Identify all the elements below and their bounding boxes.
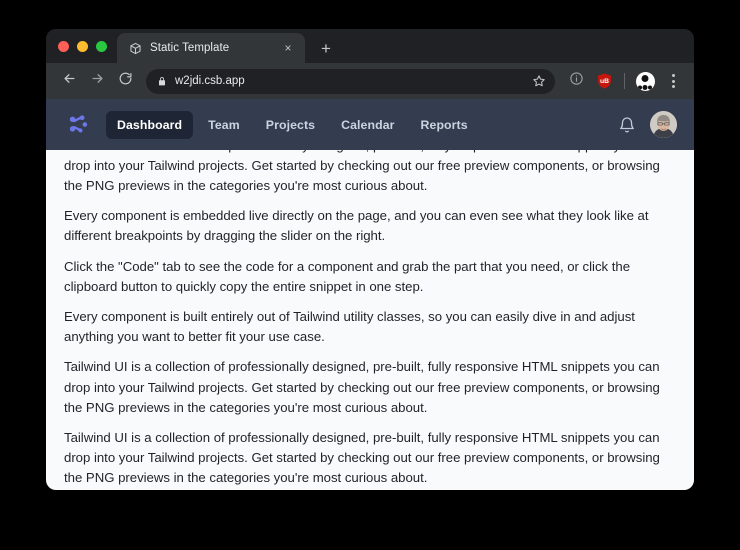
- url-text: w2jdi.csb.app: [175, 75, 245, 87]
- workflow-logo-icon[interactable]: [63, 110, 93, 140]
- page-viewport: Dashboard Tailwind UI is a collection of…: [46, 99, 694, 490]
- browser-tab[interactable]: Static Template ×: [117, 33, 305, 63]
- bell-icon[interactable]: [618, 116, 636, 134]
- minimize-window-button[interactable]: [77, 40, 88, 52]
- primary-nav: Dashboard Team Projects Calendar Reports: [106, 110, 479, 139]
- avatar[interactable]: [650, 111, 677, 138]
- close-icon[interactable]: ×: [280, 40, 296, 56]
- screen: Static Template × + w2jdi.csb.app uB dro…: [0, 0, 740, 550]
- arrow-right-icon: [90, 71, 105, 91]
- close-window-button[interactable]: [58, 40, 69, 52]
- kebab-menu-icon: [663, 74, 683, 88]
- cube-icon: [128, 41, 142, 55]
- app-navbar: Dashboard Team Projects Calendar Reports: [46, 99, 694, 150]
- browser-toolbar: w2jdi.csb.app uB: [46, 63, 694, 99]
- paragraph: Tailwind UI is a collection of professio…: [64, 429, 660, 486]
- info-circle-icon: [569, 71, 584, 91]
- tab-strip: Static Template × +: [46, 29, 694, 63]
- address-bar[interactable]: w2jdi.csb.app: [146, 68, 555, 94]
- paragraph: Every component is built entirely out of…: [64, 308, 635, 345]
- window-controls: [56, 29, 117, 63]
- tab-title: Static Template: [150, 42, 230, 54]
- profile-button[interactable]: [632, 68, 658, 94]
- reload-button[interactable]: [112, 68, 138, 94]
- browser-window: Static Template × + w2jdi.csb.app uB dro…: [46, 29, 694, 490]
- toolbar-divider: [624, 73, 625, 89]
- prose-body: Tailwind UI is a collection of professio…: [64, 136, 676, 489]
- ublock-shield-icon: uB: [597, 73, 612, 89]
- ublock-extension-button[interactable]: uB: [591, 68, 617, 94]
- nav-item-team[interactable]: Team: [197, 111, 251, 139]
- paragraph: Tailwind UI is a collection of professio…: [64, 359, 660, 415]
- new-tab-button[interactable]: +: [313, 35, 339, 61]
- star-icon[interactable]: [532, 74, 546, 88]
- nav-item-dashboard[interactable]: Dashboard: [106, 110, 194, 139]
- lock-icon: [157, 76, 167, 87]
- reload-icon: [118, 71, 133, 91]
- nav-item-reports[interactable]: Reports: [410, 111, 479, 139]
- browser-menu-button[interactable]: [660, 68, 686, 94]
- profile-avatar-icon: [635, 71, 655, 91]
- nav-item-calendar[interactable]: Calendar: [330, 111, 405, 139]
- nav-item-projects[interactable]: Projects: [255, 111, 326, 139]
- page-content: Dashboard Tailwind UI is a collection of…: [46, 99, 694, 490]
- paragraph: Click the "Code" tab to see the code for…: [64, 258, 631, 294]
- forward-button[interactable]: [84, 68, 110, 94]
- page-info-button[interactable]: [563, 68, 589, 94]
- back-button[interactable]: [56, 68, 82, 94]
- maximize-window-button[interactable]: [96, 40, 107, 52]
- arrow-left-icon: [62, 71, 77, 91]
- navbar-actions: [618, 111, 677, 138]
- svg-text:uB: uB: [600, 78, 609, 85]
- paragraph: Every component is embedded live directl…: [64, 208, 649, 244]
